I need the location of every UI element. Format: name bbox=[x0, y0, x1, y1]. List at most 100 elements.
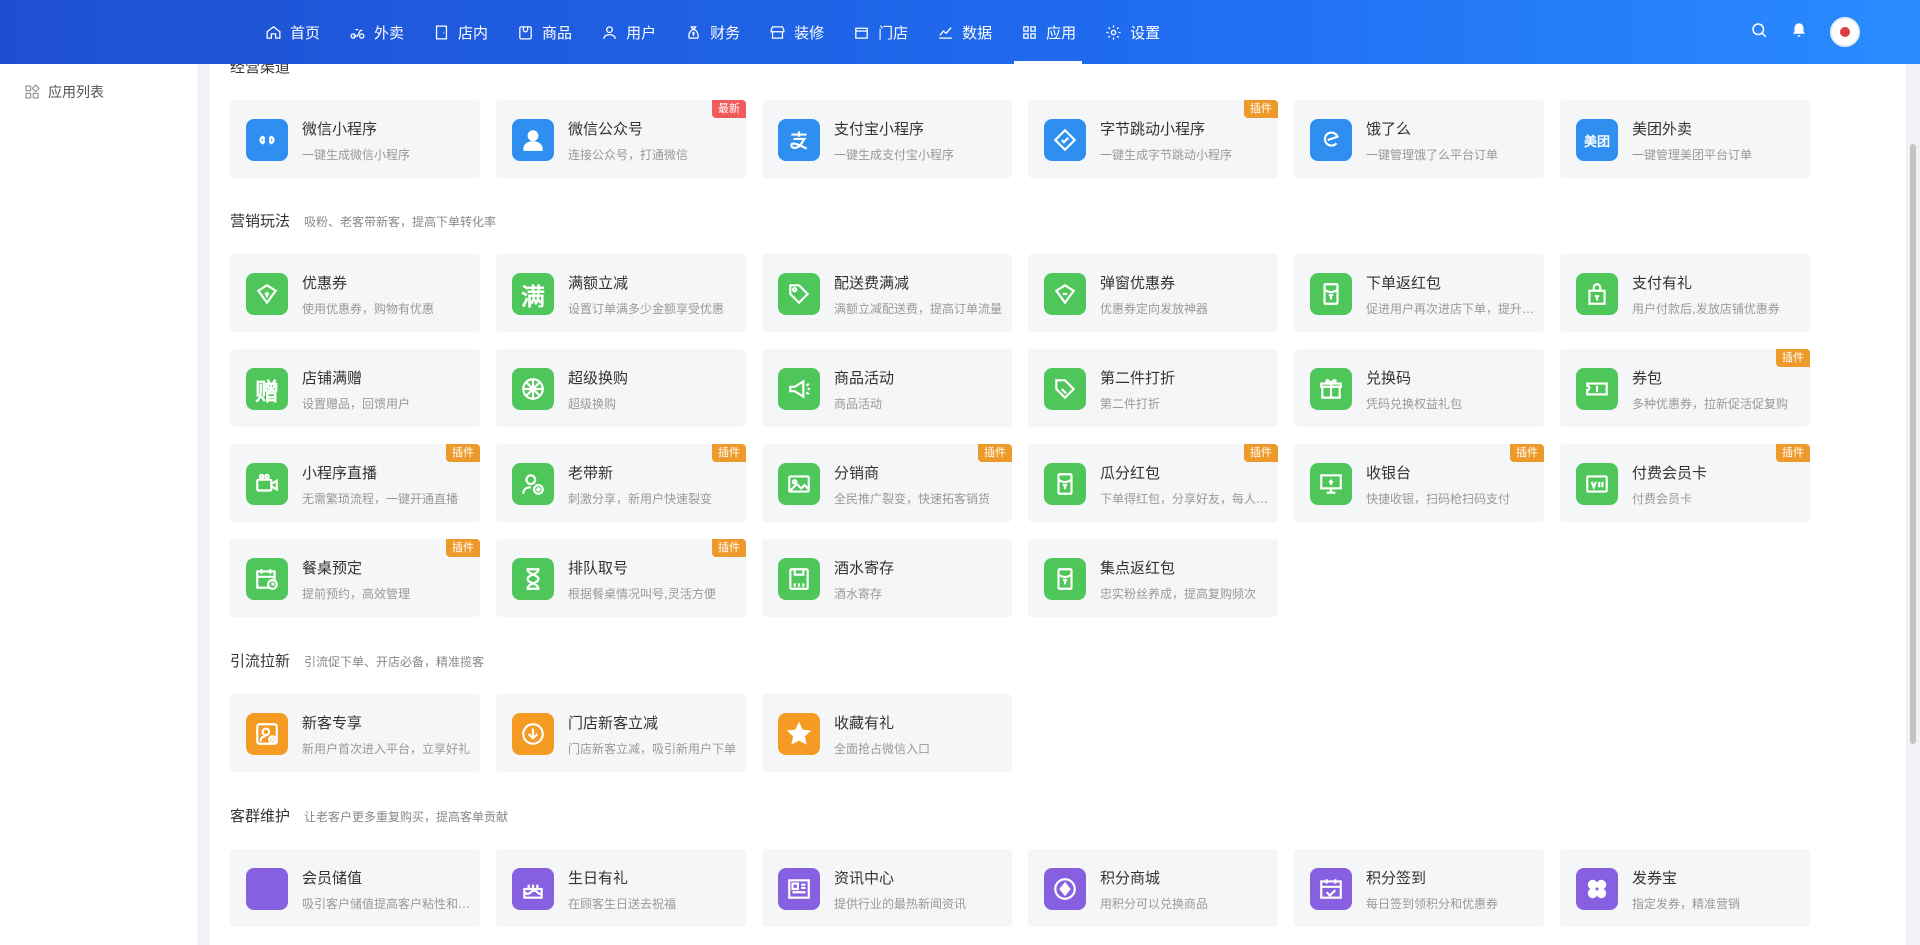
app-card[interactable]: 字节跳动小程序 一键生成字节跳动小程序 插件 bbox=[1028, 100, 1278, 178]
nav-item-0[interactable]: 首页 bbox=[250, 0, 334, 64]
nav-item-label: 财务 bbox=[710, 23, 741, 42]
app-description: 酒水寄存 bbox=[834, 587, 883, 601]
app-card[interactable]: 商品活动 商品活动 bbox=[762, 349, 1012, 427]
app-description: 付费会员卡 bbox=[1632, 492, 1693, 506]
app-description: 新用户首次进入平台，立享好礼 bbox=[302, 742, 471, 756]
app-card[interactable]: 券包 多种优惠券，拉新促活促复购 插件 bbox=[1560, 349, 1810, 427]
bell-icon[interactable] bbox=[1790, 21, 1808, 43]
app-description: 使用优惠券，购物有优惠 bbox=[302, 302, 435, 316]
app-card[interactable]: 饿了么 一键管理饿了么平台订单 bbox=[1294, 100, 1544, 178]
nav-item-6[interactable]: 装修 bbox=[754, 0, 838, 64]
app-card[interactable]: 配送费满减 满额立减配送费，提高订单流量 bbox=[762, 254, 1012, 332]
top-right-actions bbox=[1750, 0, 1860, 64]
app-card[interactable]: 微信小程序 一键生成微信小程序 bbox=[230, 100, 480, 178]
app-card[interactable]: 支付有礼 用户付款后,发放店铺优惠券 bbox=[1560, 254, 1810, 332]
app-card[interactable]: 资讯中心 提供行业的最热新闻资讯 bbox=[762, 849, 1012, 927]
nav-item-4[interactable]: 用户 bbox=[586, 0, 670, 64]
nav-item-label: 首页 bbox=[290, 23, 321, 42]
app-card[interactable]: 瓜分红包下单得红包，分享好友，每人都有份 插件 bbox=[1028, 444, 1278, 522]
nav-item-5[interactable]: 财务 bbox=[670, 0, 754, 64]
nav-item-3[interactable]: 商品 bbox=[502, 0, 586, 64]
avatar[interactable] bbox=[1830, 17, 1860, 47]
app-card[interactable]: 发券宝 指定发券，精准营销 bbox=[1560, 849, 1810, 927]
app-name: 弹窗优惠券 bbox=[1100, 274, 1176, 292]
app-badge: 插件 bbox=[1510, 444, 1544, 462]
app-name: 积分签到 bbox=[1366, 869, 1427, 887]
nav-item-7[interactable]: 门店 bbox=[838, 0, 922, 64]
app-card[interactable]: 积分商城 用积分可以兑换商品 bbox=[1028, 849, 1278, 927]
app-card[interactable]: 弹窗优惠券 优惠券定向发放神器 bbox=[1028, 254, 1278, 332]
news-icon bbox=[778, 868, 820, 910]
app-description: 指定发券，精准营销 bbox=[1632, 897, 1741, 911]
app-name: 小程序直播 bbox=[302, 464, 378, 482]
nav-item-label: 商品 bbox=[542, 23, 573, 42]
app-card[interactable]: 赠店铺满赠 设置赠品，回馈用户 bbox=[230, 349, 480, 427]
app-card[interactable]: 积分签到每日签到领积分和优惠券 bbox=[1294, 849, 1544, 927]
app-card[interactable]: 餐桌预定 提前预约，高效管理 插件 bbox=[230, 539, 480, 617]
section-heading: 经营渠道 bbox=[230, 64, 291, 76]
app-description: 设置赠品，回馈用户 bbox=[302, 397, 411, 411]
app-card[interactable]: 美团 美团外卖 一键管理美团平台订单 bbox=[1560, 100, 1810, 178]
app-description: 一键生成字节跳动小程序 bbox=[1100, 148, 1233, 162]
discount-tag-icon bbox=[1044, 368, 1086, 410]
nav-item-label: 店内 bbox=[458, 23, 489, 42]
app-card[interactable]: 超级换购 超级换购 bbox=[496, 349, 746, 427]
app-badge: 插件 bbox=[978, 444, 1012, 462]
app-card[interactable]: 收银台 快捷收银，扫码枪扫码支付 插件 bbox=[1294, 444, 1544, 522]
down-arrow-icon bbox=[512, 713, 554, 755]
nav-item-2[interactable]: 店内 bbox=[418, 0, 502, 64]
app-name: 瓜分红包 bbox=[1100, 464, 1161, 482]
sidebar-item-app-list[interactable]: 应用列表 bbox=[24, 82, 104, 102]
mini-program-icon bbox=[246, 119, 288, 161]
app-name: 分销商 bbox=[834, 464, 880, 482]
app-name: 付费会员卡 bbox=[1632, 464, 1708, 482]
eleme-icon bbox=[1310, 119, 1352, 161]
app-list-panel: 经营渠道微信小程序 一键生成微信小程序 微信公众号 连接公众号，打通微信 最新 支付宝小程… bbox=[210, 64, 1906, 945]
app-card[interactable]: 收藏有礼 全面抢占微信入口 bbox=[762, 694, 1012, 772]
nav-item-10[interactable]: 设置 bbox=[1090, 0, 1174, 64]
app-name: 配送费满减 bbox=[834, 274, 910, 292]
app-badge: 插件 bbox=[446, 539, 480, 557]
app-description: 一键生成支付宝小程序 bbox=[834, 148, 955, 162]
app-card[interactable]: 老带新 刺激分享，新用户快速裂变 插件 bbox=[496, 444, 746, 522]
scrollbar-thumb[interactable] bbox=[1910, 144, 1916, 744]
nav-item-1[interactable]: 外卖 bbox=[334, 0, 418, 64]
nav-item-8[interactable]: 数据 bbox=[922, 0, 1006, 64]
app-name: 门店新客立减 bbox=[568, 714, 659, 732]
app-description: 门店新客立减，吸引新用户下单 bbox=[568, 742, 737, 756]
nav-item-9[interactable]: 应用 bbox=[1006, 0, 1090, 64]
app-card[interactable]: 微信公众号 连接公众号，打通微信 最新 bbox=[496, 100, 746, 178]
app-card[interactable]: 支付宝小程序 一键生成支付宝小程序 bbox=[762, 100, 1012, 178]
app-description: 用积分可以兑换商品 bbox=[1100, 897, 1209, 911]
app-card[interactable]: 新客专享 新用户首次进入平台，立享好礼 bbox=[230, 694, 480, 772]
person-icon bbox=[512, 119, 554, 161]
storefront-icon bbox=[768, 23, 786, 41]
scrollbar[interactable] bbox=[1908, 64, 1918, 945]
app-card[interactable]: 第二件打折 第二件打折 bbox=[1028, 349, 1278, 427]
app-card[interactable]: 排队取号 根据餐桌情况叫号,灵活方便 插件 bbox=[496, 539, 746, 617]
app-card[interactable]: 会员储值 吸引客户储值提高客户粘性和复购 bbox=[230, 849, 480, 927]
app-name: 收藏有礼 bbox=[834, 714, 895, 732]
app-description: 每日签到领积分和优惠券 bbox=[1366, 897, 1499, 911]
section-subtitle: 吸粉、老客带新客，提高下单转化率 bbox=[304, 215, 497, 229]
app-name: 超级换购 bbox=[568, 369, 629, 387]
app-card[interactable]: 付费会员卡 付费会员卡 插件 bbox=[1560, 444, 1810, 522]
app-description: 商品活动 bbox=[834, 397, 883, 411]
app-card[interactable]: 门店新客立减门店新客立减，吸引新用户下单 bbox=[496, 694, 746, 772]
app-card[interactable]: 满满额立减 设置订单满多少金额享受优惠 bbox=[496, 254, 746, 332]
nav-item-label: 设置 bbox=[1130, 23, 1161, 42]
nav-item-label: 门店 bbox=[878, 23, 909, 42]
section-subtitle: 引流促下单、开店必备，精准揽客 bbox=[304, 655, 485, 669]
app-card[interactable]: 集点返红包 忠实粉丝养成，提高复购频次 bbox=[1028, 539, 1278, 617]
search-icon[interactable] bbox=[1750, 21, 1768, 43]
money-bag-icon bbox=[246, 868, 288, 910]
app-card[interactable]: 下单返红包促进用户再次进店下单，提升复购率 bbox=[1294, 254, 1544, 332]
app-card[interactable]: 酒水寄存 酒水寄存 bbox=[762, 539, 1012, 617]
nav-item-label: 用户 bbox=[626, 23, 657, 42]
app-card[interactable]: 生日有礼 在顾客生日送去祝福 bbox=[496, 849, 746, 927]
app-card[interactable]: 小程序直播 无需繁琐流程，一键开通直播 插件 bbox=[230, 444, 480, 522]
app-card[interactable]: 兑换码 凭码兑换权益礼包 bbox=[1294, 349, 1544, 427]
app-card[interactable]: 分销商 全民推广裂变，快速拓客销货 插件 bbox=[762, 444, 1012, 522]
app-card[interactable]: 优惠券 使用优惠券，购物有优惠 bbox=[230, 254, 480, 332]
app-name: 兑换码 bbox=[1366, 369, 1412, 387]
